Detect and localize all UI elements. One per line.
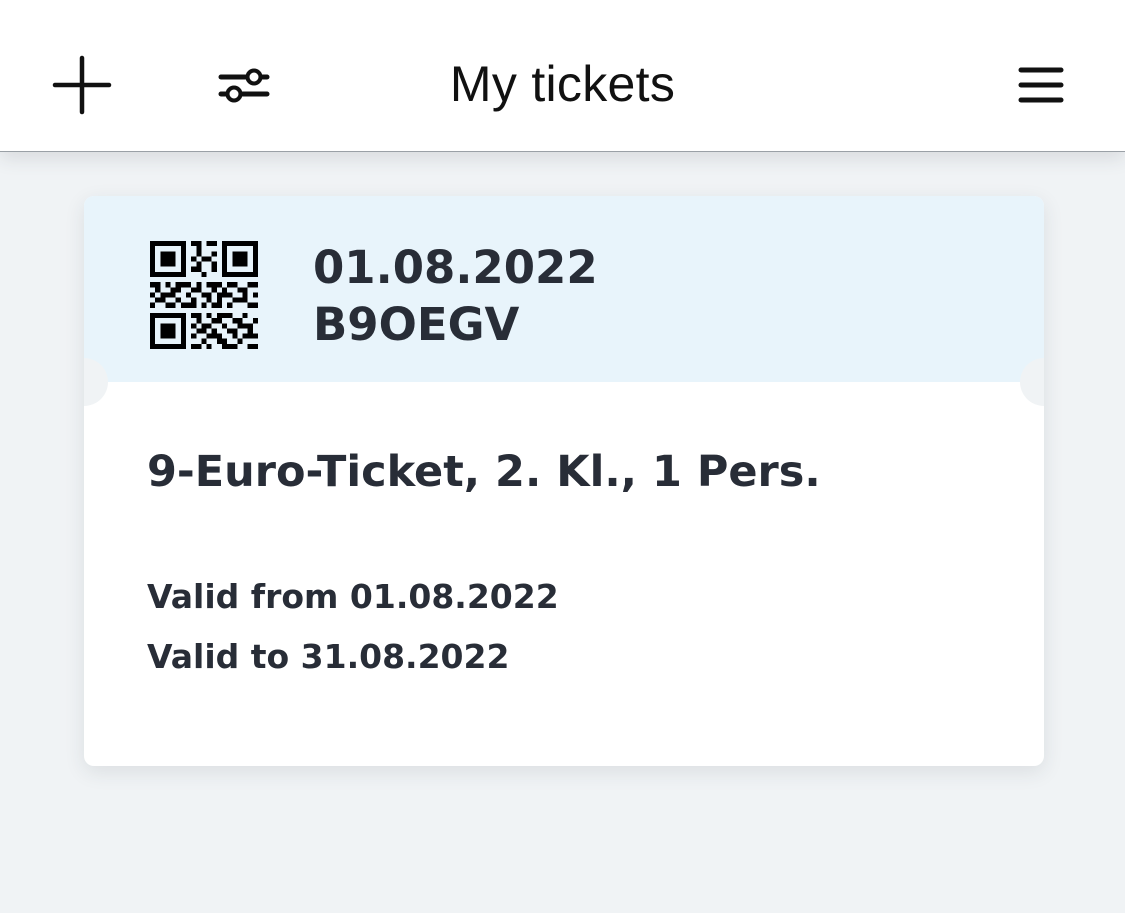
ticket-card[interactable]: 01.08.2022 B9OEGV 9-Euro-Ticket, 2. Kl.,… [84, 196, 1044, 766]
ticket-header: 01.08.2022 B9OEGV [84, 196, 1044, 382]
page-title: My tickets [449, 56, 676, 112]
ticket-date: 01.08.2022 [313, 241, 598, 294]
qr-code-icon [150, 241, 258, 349]
app-header: My tickets [0, 0, 1125, 152]
ticket-booking-code: B9OEGV [313, 298, 520, 351]
ticket-name: 9-Euro-Ticket, 2. Kl., 1 Pers. [147, 447, 821, 497]
valid-to-text: Valid to 31.08.2022 [147, 637, 510, 676]
menu-button[interactable] [1012, 58, 1070, 112]
hamburger-menu-icon [1018, 67, 1064, 103]
valid-from-text: Valid from 01.08.2022 [147, 577, 559, 616]
